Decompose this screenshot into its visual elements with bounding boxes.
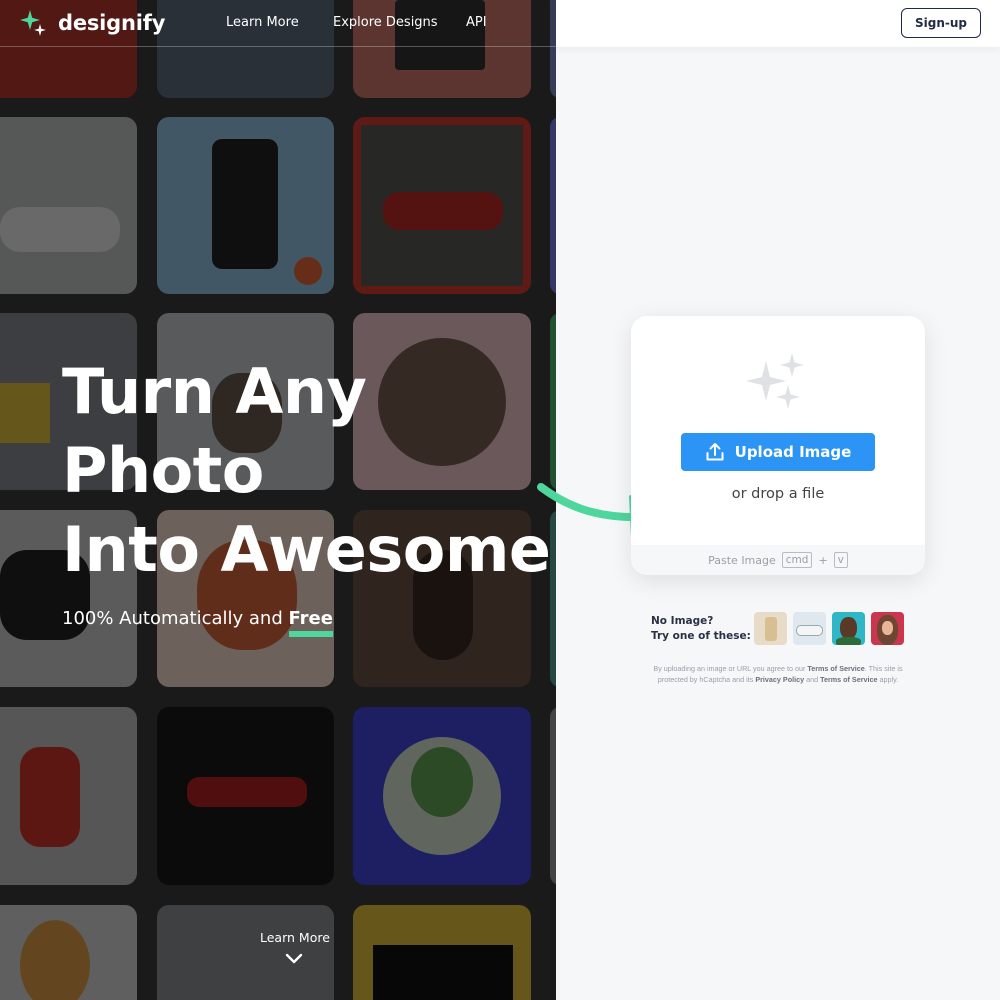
brand-logo[interactable]: designify xyxy=(18,8,165,38)
samples-label: No Image? Try one of these: xyxy=(651,614,751,644)
sample-woman-thumb[interactable] xyxy=(871,612,904,645)
drop-file-text: or drop a file xyxy=(731,486,825,502)
sparkle-logo-icon xyxy=(20,10,46,36)
v-key: v xyxy=(833,552,848,568)
legal-text: By uploading an image or URL you agree t… xyxy=(653,664,808,673)
right-header: Sign-up xyxy=(556,0,1000,47)
upload-button-label: Upload Image xyxy=(734,443,852,461)
headline-line-3: Into Awesome xyxy=(62,513,551,586)
upload-card[interactable]: Upload Image or drop a file Paste Image … xyxy=(631,316,925,575)
hero-subline: 100% Automatically and Free xyxy=(62,608,334,637)
chevron-down-icon[interactable] xyxy=(284,952,304,966)
hero-panel: designify Learn More Explore Designs API… xyxy=(0,0,556,1000)
legal-text: apply. xyxy=(877,674,899,684)
terms-link[interactable]: Terms of Service xyxy=(807,664,864,673)
top-nav: designify Learn More Explore Designs API xyxy=(0,0,556,47)
hero-headline: Turn Any Photo Into Awesome xyxy=(62,352,551,589)
sparkles-icon xyxy=(746,353,804,409)
sample-product-thumb[interactable] xyxy=(754,612,787,645)
sample-man-thumb[interactable] xyxy=(832,612,865,645)
upload-icon xyxy=(706,443,724,461)
samples-label-line-1: No Image? xyxy=(651,615,714,627)
sample-car-thumb[interactable] xyxy=(793,612,826,645)
sample-images: No Image? Try one of these: xyxy=(651,612,911,648)
hcaptcha-terms-link[interactable]: Terms of Service xyxy=(820,675,877,684)
privacy-policy-link[interactable]: Privacy Policy xyxy=(755,675,804,684)
paste-label: Paste Image xyxy=(708,553,776,567)
headline-line-2: Photo xyxy=(62,434,264,507)
signup-button[interactable]: Sign-up xyxy=(901,8,981,38)
nav-explore-designs[interactable]: Explore Designs xyxy=(333,15,438,30)
paste-image-hint: Paste Image cmd + v xyxy=(631,545,925,575)
subline-text: 100% Automatically and xyxy=(62,608,289,629)
headline-line-1: Turn Any xyxy=(62,355,367,428)
cmd-key: cmd xyxy=(781,552,813,568)
plus-sign: + xyxy=(818,553,828,567)
learn-more-scroll-link[interactable]: Learn More xyxy=(260,930,330,945)
legal-notice: By uploading an image or URL you agree t… xyxy=(640,664,916,685)
subline-free-highlight: Free xyxy=(288,608,334,637)
legal-text: and xyxy=(804,674,821,684)
samples-label-line-2: Try one of these: xyxy=(651,630,751,642)
nav-learn-more[interactable]: Learn More xyxy=(226,15,299,30)
upload-image-button[interactable]: Upload Image xyxy=(681,433,875,471)
nav-api[interactable]: API xyxy=(466,15,487,30)
brand-name: designify xyxy=(58,11,166,35)
